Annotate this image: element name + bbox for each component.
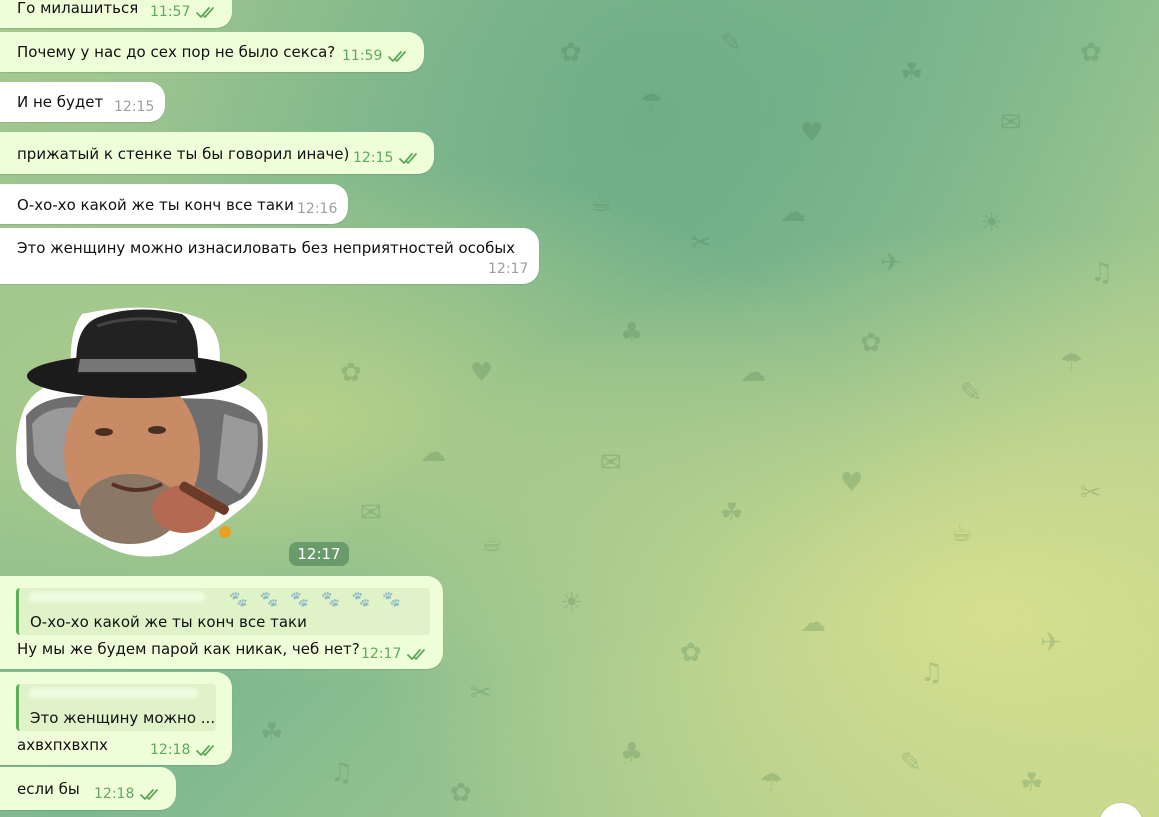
message-time: 12:17: [361, 646, 402, 662]
message-meta: 12:15: [114, 99, 154, 115]
message-meta: 12:18: [150, 742, 218, 758]
message-time: 12:15: [353, 150, 394, 166]
message-time: 11:57: [150, 4, 191, 20]
message-meta: 12:17: [361, 646, 429, 662]
message-meta: 12:17: [488, 261, 528, 277]
reply-pattern: 🐾🐾🐾🐾🐾🐾: [229, 590, 414, 608]
double-check-icon: [140, 789, 159, 800]
reply-sender-redacted: [29, 688, 199, 698]
message-text: О-хо-хо какой же ты конч все таки: [17, 196, 294, 214]
reply-quote-text: Это женщину можно ...: [30, 709, 216, 727]
double-check-icon: [407, 649, 426, 660]
message-bubble[interactable]: прижатый к стенке ты бы говорил иначе) 1…: [0, 132, 434, 174]
message-text: Почему у нас до сех пор не было секса?: [17, 43, 336, 61]
message-text: если бы: [17, 780, 80, 798]
message-text: И не будет: [17, 93, 104, 111]
reply-sender-redacted: [29, 592, 205, 602]
message-bubble[interactable]: 🐾🐾🐾🐾🐾🐾 О-хо-хо какой же ты конч все таки…: [0, 576, 443, 669]
double-check-icon: [399, 153, 418, 164]
reply-quote-text: О-хо-хо какой же ты конч все таки: [30, 613, 307, 631]
message-time: 12:18: [150, 742, 191, 758]
message-text: Го милашиться: [17, 0, 139, 17]
message-meta: 11:57: [150, 4, 218, 20]
message-bubble[interactable]: если бы 12:18: [0, 767, 176, 810]
scroll-down-button[interactable]: [1099, 803, 1143, 817]
message-text: ахвхпхвхпх: [17, 736, 108, 754]
message-meta: 12:18: [94, 786, 162, 802]
message-text: Это женщину можно изнасиловать без непри…: [17, 239, 516, 257]
message-time: 12:16: [297, 201, 338, 217]
double-check-icon: [388, 51, 407, 62]
message-text: прижатый к стенке ты бы говорил иначе): [17, 145, 350, 163]
message-bubble[interactable]: Почему у нас до сех пор не было секса? 1…: [0, 32, 424, 72]
message-bubble[interactable]: Это женщину можно изнасиловать без непри…: [0, 228, 539, 284]
double-check-icon: [196, 745, 215, 756]
message-time: 12:17: [488, 261, 529, 277]
message-meta: 11:59: [342, 48, 410, 64]
message-bubble[interactable]: Это женщину можно ... ахвхпхвхпх 12:18: [0, 672, 232, 765]
man-in-fedora-with-cigar-sticker[interactable]: [12, 304, 274, 560]
sticker-image: [16, 307, 268, 557]
double-check-icon: [196, 7, 215, 18]
message-meta: 12:15: [353, 150, 421, 166]
message-bubble[interactable]: И не будет 12:15: [0, 82, 165, 122]
reply-quote[interactable]: Это женщину можно ...: [16, 684, 216, 731]
message-time: 11:59: [342, 48, 383, 64]
reply-quote[interactable]: 🐾🐾🐾🐾🐾🐾 О-хо-хо какой же ты конч все таки: [16, 588, 430, 635]
message-text: Ну мы же будем парой как никак, чеб нет?: [17, 640, 360, 658]
message-time: 12:15: [114, 99, 155, 115]
message-time: 12:18: [94, 786, 135, 802]
message-bubble[interactable]: О-хо-хо какой же ты конч все таки 12:16: [0, 184, 348, 224]
message-meta: 12:16: [297, 201, 337, 217]
sticker-time: 12:17: [289, 542, 349, 566]
message-bubble[interactable]: Го милашиться 11:57: [0, 0, 232, 28]
